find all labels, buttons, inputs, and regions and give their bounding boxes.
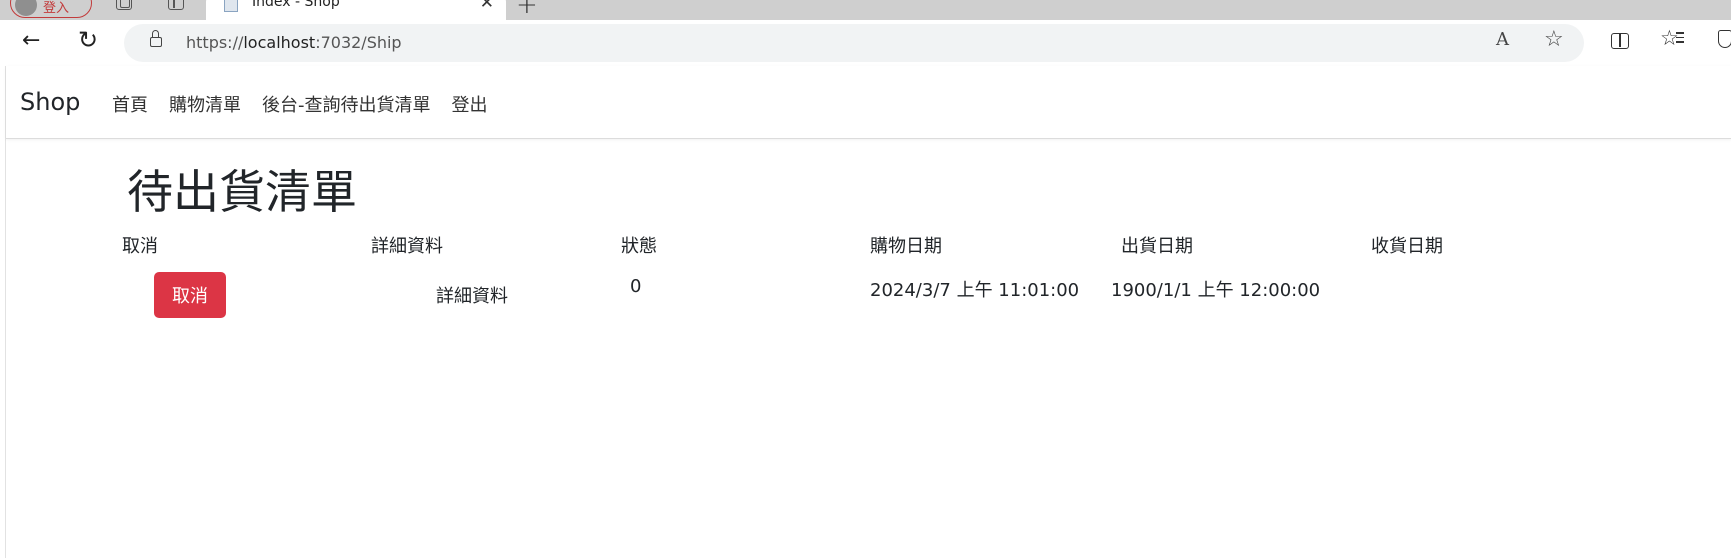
header-status: 狀態: [621, 236, 657, 257]
avatar-icon: [15, 0, 37, 16]
brand-link[interactable]: Shop: [20, 88, 80, 116]
favorite-star-icon[interactable]: ☆: [1544, 27, 1564, 52]
back-arrow-icon[interactable]: ←: [22, 28, 40, 53]
refresh-icon[interactable]: ↻: [78, 26, 98, 54]
tab-title: Index - Shop: [252, 0, 340, 10]
nav-links: 首頁 購物清單 後台-查詢待出貨清單 登出: [112, 91, 488, 117]
web-page: Shop 首頁 購物清單 後台-查詢待出貨清單 登出 待出貨清單 取消 詳細資料…: [5, 66, 1731, 558]
header-details: 詳細資料: [371, 236, 443, 257]
address-bar[interactable]: https://localhost:7032/Ship A ☆: [124, 24, 1584, 62]
header-ship-date: 出貨日期: [1121, 236, 1193, 257]
status-value: 0: [630, 276, 642, 297]
profile-login-label: 登入: [43, 0, 70, 16]
tab-index-shop[interactable]: Index - Shop ✕: [206, 0, 506, 20]
browser-toolbar: ← ↻ https://localhost:7032/Ship A ☆ ☆: [0, 20, 1731, 66]
read-aloud-icon[interactable]: A: [1496, 29, 1509, 50]
workspaces-icon[interactable]: [116, 0, 132, 10]
ship-date-value: 1900/1/1 上午 12:00:00: [1111, 280, 1321, 301]
nav-link-cart[interactable]: 購物清單: [169, 91, 241, 117]
header-cancel: 取消: [122, 236, 158, 257]
url-text[interactable]: https://localhost:7032/Ship: [186, 33, 402, 52]
new-tab-icon[interactable]: +: [516, 0, 538, 20]
nav-link-home[interactable]: 首頁: [112, 91, 148, 117]
favorites-lines-icon: [1676, 32, 1684, 46]
details-link[interactable]: 詳細資料: [436, 282, 508, 308]
profile-button[interactable]: 登入: [10, 0, 92, 18]
browser-tabstrip: 登入 Index - Shop ✕ +: [0, 0, 1731, 20]
lock-icon[interactable]: [150, 30, 162, 47]
order-date-value: 2024/3/7 上午 11:01:00: [870, 280, 1080, 301]
page-favicon-icon: [224, 0, 238, 12]
nav-link-admin-pending[interactable]: 後台-查詢待出貨清單: [262, 91, 431, 117]
nav-link-logout[interactable]: 登出: [452, 91, 488, 117]
tab-actions-icon[interactable]: [168, 0, 184, 10]
split-screen-icon[interactable]: [1611, 33, 1629, 49]
close-tab-icon[interactable]: ✕: [480, 0, 494, 13]
page-title: 待出貨清單: [127, 165, 357, 219]
browser-essentials-icon[interactable]: [1718, 30, 1731, 48]
site-navbar: Shop 首頁 購物清單 後台-查詢待出貨清單 登出: [6, 66, 1731, 139]
header-order-date: 購物日期: [870, 236, 942, 257]
header-receive-date: 收貨日期: [1371, 236, 1443, 257]
cancel-button[interactable]: 取消: [154, 272, 226, 318]
